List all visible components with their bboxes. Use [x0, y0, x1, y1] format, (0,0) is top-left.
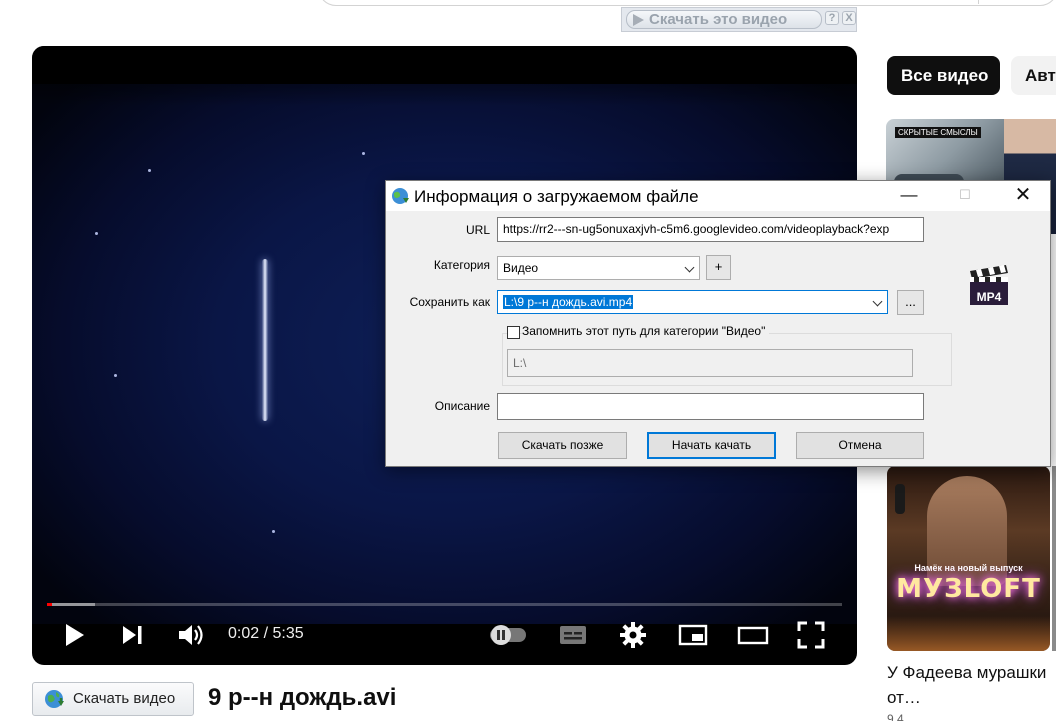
idm-download-video-button[interactable]: Скачать это видео [626, 10, 822, 29]
autoplay-toggle-icon [490, 625, 526, 645]
settings-gear-icon [620, 622, 646, 648]
globe-download-icon [45, 690, 64, 708]
light-streak [262, 259, 268, 421]
url-label: URL [465, 223, 490, 237]
time-separator: / [263, 625, 269, 642]
download-later-button[interactable]: Скачать позже [498, 432, 627, 459]
miniplayer-button[interactable] [677, 620, 709, 650]
microphone-icon [895, 484, 905, 514]
video-top-gradient [32, 46, 857, 106]
chevron-down-icon [872, 296, 883, 307]
thumbnail-label: СКРЫТЫЕ СМЫСЛЫ [895, 127, 981, 138]
thumbnail-subtitle: Намёк на новый выпуск [914, 563, 1023, 573]
search-box[interactable] [318, 0, 1056, 6]
description-label: Описание [434, 399, 490, 413]
page: Скачать это видео ? X 0:02 / 5:35 Все ви… [0, 0, 1056, 721]
download-video-button[interactable]: Скачать видео [32, 682, 194, 716]
video-thumbnail[interactable]: Намёк на новый выпуск МУЗLOFT [887, 466, 1050, 651]
browse-button[interactable]: ... [897, 290, 924, 315]
star [148, 169, 151, 172]
download-video-label: Скачать видео [73, 690, 176, 707]
category-label: Категория [433, 258, 490, 272]
save-as-label: Сохранить как [409, 295, 490, 309]
dialog-title: Информация о загружаемом файле [414, 187, 699, 206]
add-category-button[interactable]: + [706, 255, 731, 280]
remember-path-checkbox[interactable] [507, 326, 520, 339]
maximize-button[interactable]: ☐ [942, 181, 988, 211]
related-video-title[interactable]: У Фадеева мурашки от… [887, 660, 1052, 710]
save-as-value: L:\9 р--н дождь.avi.mp4 [503, 295, 634, 309]
category-path-field: L:\ [507, 349, 913, 377]
search-divider [978, 0, 979, 4]
idm-file-info-dialog: Информация о загружаемом файле — ☐ ✕ URL… [385, 180, 1051, 467]
video-title: 9 р--н дождь.avi [208, 684, 397, 711]
url-field[interactable]: https://rr2---sn-ug5onuxaxjvh-c5m6.googl… [497, 217, 924, 242]
cancel-button[interactable]: Отмена [796, 432, 924, 459]
star [272, 530, 275, 533]
progress-bar[interactable] [47, 603, 842, 606]
play-icon [66, 624, 84, 646]
save-as-field[interactable]: L:\9 р--н дождь.avi.mp4 [497, 290, 888, 314]
related-video-meta: 9,4 [887, 712, 904, 721]
close-icon[interactable]: X [842, 11, 856, 25]
play-button[interactable] [62, 620, 88, 650]
remember-path-label[interactable]: Запомнить этот путь для категории "Видео… [522, 324, 770, 338]
help-icon[interactable]: ? [825, 11, 839, 25]
category-select[interactable]: Видео [497, 256, 700, 280]
time-total: 5:35 [272, 625, 304, 642]
time-current: 0:02 [228, 625, 260, 642]
mp4-label: MP4 [977, 290, 1002, 304]
autoplay-toggle[interactable] [488, 620, 528, 650]
settings-button[interactable] [618, 620, 648, 650]
category-value: Видео [503, 261, 539, 275]
dialog-titlebar[interactable]: Информация о загружаемом файле — ☐ ✕ [386, 181, 1050, 211]
start-download-button[interactable]: Начать качать [647, 432, 776, 459]
play-triangle-icon [633, 14, 644, 26]
volume-button[interactable] [176, 620, 206, 650]
fullscreen-button[interactable] [796, 620, 826, 650]
mp4-clapperboard-icon: MP4 [970, 265, 1008, 305]
miniplayer-icon [678, 624, 708, 646]
fullscreen-icon [797, 621, 825, 649]
next-button[interactable] [120, 620, 146, 650]
idm-logo-icon [392, 188, 409, 204]
idm-download-bar: Скачать это видео ? X [621, 7, 857, 32]
progress-played [47, 603, 52, 606]
volume-icon [179, 625, 203, 645]
progress-buffered [47, 603, 95, 606]
chevron-down-icon [684, 262, 695, 273]
next-icon [123, 626, 142, 644]
close-button[interactable]: ✕ [1000, 181, 1046, 211]
time-display: 0:02 / 5:35 [228, 625, 304, 643]
star [95, 232, 98, 235]
description-field[interactable] [497, 393, 924, 420]
thumbnail-glow [887, 616, 1050, 651]
idm-download-label: Скачать это видео [649, 11, 788, 28]
chip-auto[interactable]: Авто [1011, 56, 1056, 95]
subtitles-button[interactable] [558, 620, 588, 650]
star [114, 374, 117, 377]
chip-all-videos[interactable]: Все видео [887, 56, 1000, 95]
theater-mode-button[interactable] [736, 620, 770, 650]
next-thumbnail-edge [1052, 466, 1056, 651]
thumbnail-logo: МУЗLOFT [896, 574, 1041, 604]
star [362, 152, 365, 155]
subtitles-icon [560, 626, 586, 644]
theater-mode-icon [737, 626, 769, 645]
minimize-button[interactable]: — [886, 181, 932, 211]
